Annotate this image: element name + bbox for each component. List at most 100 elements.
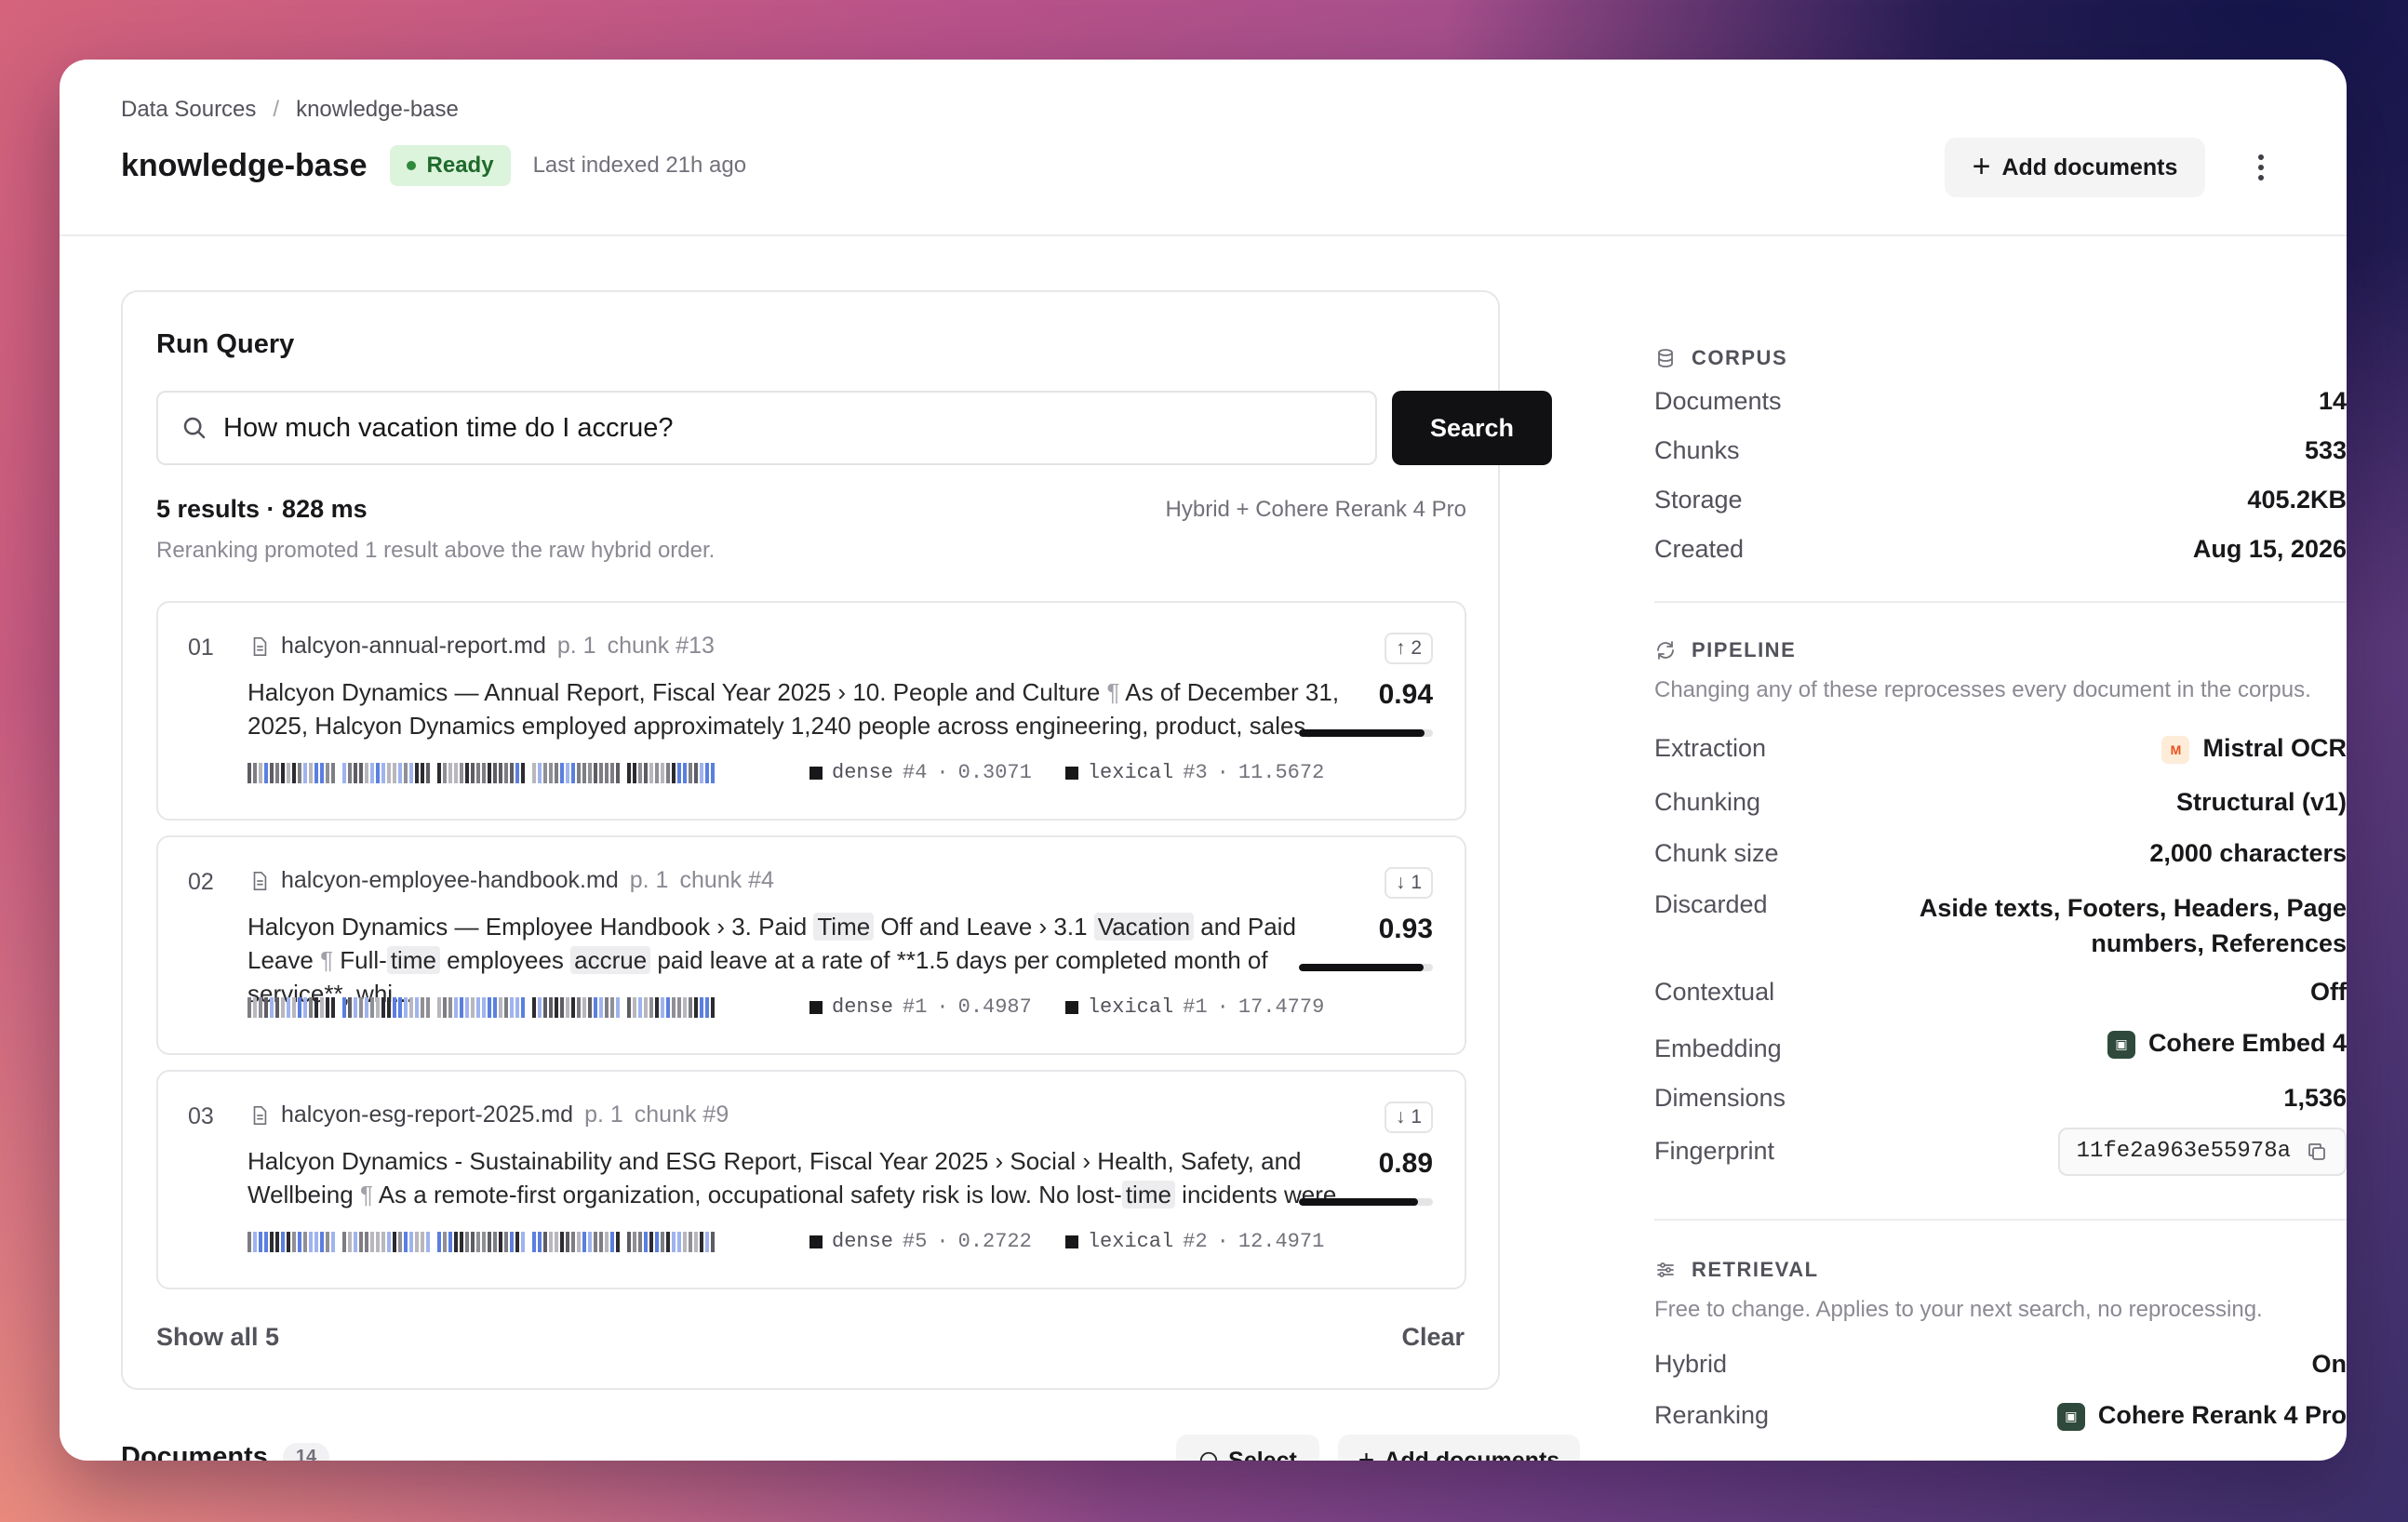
lexical-rank: #1 (1183, 995, 1208, 1019)
rank-change-badge: ↓ 1 (1384, 867, 1433, 899)
embedding-value: ▣ Cohere Embed 4 (2107, 1029, 2347, 1059)
result-meta: halcyon-employee-handbook.md p. 1 chunk … (249, 867, 774, 894)
result-snippet: Halcyon Dynamics - Sustainability and ES… (247, 1147, 1358, 1208)
status-dot-icon (406, 161, 416, 170)
dense-legend-square (809, 1000, 823, 1014)
retrieval-description: Free to change. Applies to your next sea… (1654, 1296, 2263, 1322)
relevance-score-fill (1299, 1198, 1419, 1206)
sliders-icon (1657, 1262, 1674, 1277)
database-icon (1658, 349, 1673, 367)
chunk-position-sparkline (247, 1232, 715, 1252)
contextual-value: Off (2310, 977, 2347, 1006)
search-input[interactable] (223, 412, 1340, 444)
kebab-dot-icon (2258, 154, 2264, 160)
result-card[interactable]: 01 halcyon-annual-report.md p. 1 chunk #… (156, 601, 1466, 821)
documents-add-label: Add documents (1384, 1447, 1560, 1462)
dense-score: 0.4987 (957, 995, 1032, 1019)
search-field[interactable] (156, 391, 1377, 465)
result-chunk: chunk #4 (679, 867, 774, 893)
page-title: knowledge-base (121, 147, 368, 183)
rerank-note: Reranking promoted 1 result above the ra… (156, 538, 716, 563)
chunk-size-value: 2,000 characters (2149, 838, 2347, 867)
kebab-dot-icon (2258, 165, 2264, 170)
breadcrumb-current: knowledge-base (296, 97, 459, 122)
fingerprint-chip: 11fe2a963e55978a (2057, 1127, 2347, 1176)
cohere-logo-icon: ▣ (2056, 1402, 2085, 1431)
corpus-row: Created Aug 15, 2026 (1654, 535, 2347, 564)
file-icon (253, 871, 267, 890)
embedding-label: Embedding (1654, 1034, 1782, 1062)
run-query-title: Run Query (156, 329, 295, 359)
status-label: Ready (426, 153, 494, 178)
file-icon (253, 1105, 267, 1125)
extraction-value-text: Mistral OCR (2202, 734, 2347, 762)
lexical-rank: #3 (1183, 761, 1208, 784)
dense-legend-square (809, 1235, 823, 1248)
retrieval-heading: RETRIEVAL (1654, 1258, 2347, 1282)
relevance-score-fill (1299, 964, 1424, 971)
copy-icon[interactable] (2306, 1141, 2328, 1163)
refresh-icon (1657, 641, 1674, 660)
fingerprint-row: Fingerprint 11fe2a963e55978a (1654, 1127, 2347, 1176)
corpus-rows: Documents 14 Chunks 533 Storage 405.2KB Cre… (1654, 387, 2347, 564)
breadcrumb-data-sources[interactable]: Data Sources (121, 97, 256, 123)
dense-label: dense (832, 761, 894, 784)
result-card[interactable]: 02 halcyon-employee-handbook.md p. 1 chu… (156, 835, 1466, 1055)
result-rank: 03 (188, 1103, 214, 1129)
retrieval-heading-label: RETRIEVAL (1692, 1257, 1819, 1281)
result-chunk: chunk #9 (634, 1101, 729, 1128)
dense-rank: #1 (903, 995, 928, 1019)
result-filename[interactable]: halcyon-employee-handbook.md (281, 867, 619, 894)
documents-add-button[interactable]: + Add documents (1338, 1435, 1580, 1461)
search-button[interactable]: Search (1392, 391, 1552, 465)
discarded-label: Discarded (1654, 889, 1768, 918)
chunking-label: Chunking (1654, 787, 1761, 816)
result-page: p. 1 (556, 633, 596, 659)
result-chunk: chunk #13 (607, 633, 715, 659)
corpus-row-label: Chunks (1654, 436, 1740, 464)
result-rank: 02 (188, 869, 214, 895)
reranking-label: Reranking (1654, 1400, 1770, 1429)
relevance-score: 0.93 (1378, 914, 1433, 944)
select-button[interactable]: Select (1176, 1435, 1319, 1461)
lexical-legend-square (1064, 766, 1078, 780)
pipeline-heading: PIPELINE (1654, 638, 2347, 662)
lexical-separator: · (1216, 995, 1229, 1019)
chunk-size-row: Chunk size 2,000 characters (1654, 839, 2347, 868)
corpus-row: Storage 405.2KB (1654, 486, 2347, 514)
result-card[interactable]: 03 halcyon-esg-report-2025.md p. 1 chunk… (156, 1070, 1466, 1289)
documents-heading: Documents 14 (121, 1442, 330, 1461)
clear-button[interactable]: Clear (1401, 1323, 1465, 1352)
pipeline-description: Changing any of these reprocesses every … (1654, 677, 2311, 702)
kebab-dot-icon (2258, 175, 2264, 180)
more-options-button[interactable] (2242, 147, 2280, 188)
cohere-logo-icon: ▣ (2107, 1030, 2135, 1059)
result-filename[interactable]: halcyon-annual-report.md (281, 633, 546, 660)
plus-icon: + (1972, 148, 1991, 184)
rank-change-badge: ↓ 1 (1384, 1101, 1433, 1133)
discarded-row: Discarded Aside texts, Footers, Headers,… (1654, 890, 2347, 961)
lexical-separator: · (1216, 761, 1229, 784)
reranking-value[interactable]: ▣ Cohere Rerank 4 Pro (2056, 1401, 2347, 1431)
lexical-separator: · (1216, 1230, 1229, 1253)
plus-icon: + (1358, 1445, 1375, 1461)
status-badge: Ready (389, 145, 511, 186)
hybrid-value[interactable]: On (2312, 1350, 2348, 1379)
relevance-score-bar (1299, 729, 1433, 737)
dense-score: 0.2722 (957, 1230, 1032, 1253)
lexical-score: 11.5672 (1237, 761, 1325, 784)
extraction-row: Extraction M Mistral OCR (1654, 734, 2347, 764)
lexical-score: 12.4971 (1237, 1230, 1325, 1253)
discarded-value: Aside texts, Footers, Headers, Page numb… (1919, 893, 2347, 957)
dense-rank: #5 (903, 1230, 928, 1253)
dimensions-row: Dimensions 1,536 (1654, 1084, 2347, 1113)
extraction-value: M Mistral OCR (2161, 734, 2347, 764)
add-documents-button[interactable]: + Add documents (1945, 138, 2205, 197)
relevance-score: 0.94 (1378, 679, 1433, 710)
dense-separator: · (936, 995, 949, 1019)
result-filename[interactable]: halcyon-esg-report-2025.md (281, 1101, 573, 1128)
chunk-position-sparkline (247, 763, 715, 783)
lexical-legend-square (1064, 1000, 1078, 1014)
show-all-button[interactable]: Show all 5 (156, 1323, 279, 1352)
dense-separator: · (936, 1230, 949, 1253)
